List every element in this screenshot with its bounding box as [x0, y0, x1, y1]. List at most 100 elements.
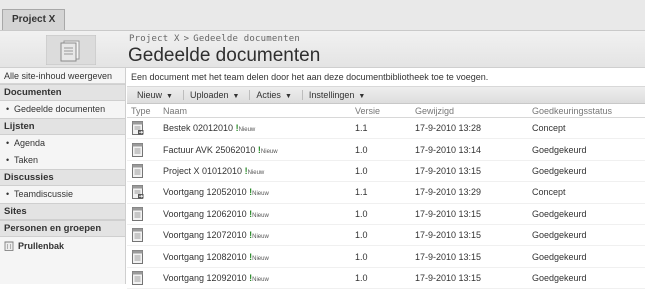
- new-badge: Nieuw: [252, 212, 269, 219]
- actions-menu-label: Acties: [256, 90, 281, 100]
- modified-cell: 17-9-2010 13:29: [411, 181, 528, 204]
- name-cell: Factuur AVK 25062010 !Nieuw: [159, 138, 351, 161]
- breadcrumb-library[interactable]: Gedeelde documenten: [193, 34, 300, 44]
- new-badge: Nieuw: [252, 191, 269, 198]
- type-cell: [127, 267, 159, 289]
- table-row[interactable]: Voortgang 12062010 !Nieuw 1.0 17-9-2010 13…: [127, 203, 645, 225]
- bullet-icon: •: [6, 189, 10, 199]
- nav-heading-sites[interactable]: Sites: [0, 203, 125, 220]
- list-header-row: Type Naam Versie Gewijzigd Goedkeuringss…: [127, 104, 645, 118]
- document-link[interactable]: Voortgang 12092010: [163, 273, 247, 283]
- table-row[interactable]: Voortgang 12082010 !Nieuw 1.0 17-9-2010 13…: [127, 245, 645, 268]
- table-row[interactable]: Voortgang 12052010 !Nieuw 1.1 17-9-2010 13…: [127, 181, 645, 204]
- bullet-icon: •: [6, 104, 10, 114]
- settings-menu-button[interactable]: Instellingen ▼: [305, 87, 373, 103]
- document-icon[interactable]: [131, 142, 155, 157]
- document-icon[interactable]: [131, 228, 155, 243]
- document-link[interactable]: Voortgang 12052010: [163, 187, 247, 197]
- quick-launch: Alle site-inhoud weergeven Documenten • G…: [0, 68, 126, 284]
- version-cell: 1.0: [351, 224, 411, 247]
- document-link[interactable]: Voortgang 12062010: [163, 209, 247, 219]
- document-link[interactable]: Project X 01012010: [163, 166, 242, 176]
- document-checked-out-icon[interactable]: [131, 185, 155, 200]
- document-link[interactable]: Voortgang 12072010: [163, 230, 247, 240]
- modified-cell: 17-9-2010 13:15: [411, 224, 528, 247]
- document-icon[interactable]: [131, 164, 155, 178]
- nav-item-label: Taken: [14, 155, 39, 165]
- new-menu-button[interactable]: Nieuw ▼: [133, 87, 181, 103]
- document-link[interactable]: Bestek 02012010: [163, 123, 233, 133]
- new-badge: Nieuw: [252, 255, 269, 262]
- nav-heading-lijsten[interactable]: Lijsten: [0, 118, 125, 135]
- toolbar-separator: [301, 90, 303, 100]
- modified-cell: 17-9-2010 13:15: [411, 245, 528, 268]
- nav-heading-documenten[interactable]: Documenten: [0, 84, 125, 101]
- column-header-modified[interactable]: Gewijzigd: [411, 104, 528, 118]
- nav-item-gedeelde-documenten[interactable]: • Gedeelde documenten: [0, 101, 125, 118]
- tab-project-x[interactable]: Project X: [2, 9, 66, 30]
- tab-strip: Project X: [0, 0, 645, 31]
- nav-item-label: Gedeelde documenten: [14, 104, 106, 114]
- nav-item-taken[interactable]: • Taken: [0, 152, 125, 169]
- bullet-icon: •: [6, 155, 10, 165]
- settings-menu-label: Instellingen: [308, 90, 355, 100]
- table-row[interactable]: Voortgang 12092010 !Nieuw 1.0 17-9-2010 13…: [127, 267, 645, 289]
- approval-status-cell: Concept: [528, 181, 645, 204]
- page-title: Gedeelde documenten: [128, 45, 321, 66]
- toolbar-separator: [182, 90, 184, 100]
- type-cell: [127, 181, 159, 204]
- name-cell: Voortgang 12052010 !Nieuw: [159, 181, 351, 204]
- view-all-content-link[interactable]: Alle site-inhoud weergeven: [0, 68, 125, 84]
- version-cell: 1.0: [351, 160, 411, 183]
- name-cell: Voortgang 12072010 !Nieuw: [159, 224, 351, 247]
- document-icon[interactable]: [131, 206, 155, 221]
- approval-status-cell: Goedgekeurd: [528, 203, 645, 225]
- new-badge: Nieuw: [260, 148, 278, 155]
- type-cell: [127, 117, 159, 140]
- recycle-bin-link[interactable]: Prullenbak: [0, 237, 125, 254]
- document-icon[interactable]: [131, 270, 155, 285]
- name-cell: Bestek 02012010 !Nieuw: [159, 117, 351, 140]
- nav-item-teamdiscussie[interactable]: • Teamdiscussie: [0, 186, 125, 203]
- document-checked-out-icon[interactable]: [131, 121, 155, 136]
- table-row[interactable]: Project X 01012010 !Nieuw 1.0 17-9-2010 13…: [127, 160, 645, 183]
- table-row[interactable]: Bestek 02012010 !Nieuw 1.1 17-9-2010 13:28…: [127, 117, 645, 140]
- version-cell: 1.0: [351, 138, 411, 161]
- document-link[interactable]: Factuur AVK 25062010: [163, 145, 255, 155]
- modified-cell: 17-9-2010 13:14: [411, 138, 528, 161]
- name-cell: Voortgang 12062010 !Nieuw: [159, 203, 351, 225]
- new-badge: Nieuw: [238, 127, 256, 134]
- nav-heading-discussies[interactable]: Discussies: [0, 169, 125, 186]
- modified-cell: 17-9-2010 13:15: [411, 160, 528, 183]
- name-cell: Voortgang 12082010 !Nieuw: [159, 245, 351, 268]
- bullet-icon: •: [6, 138, 10, 148]
- column-header-version[interactable]: Versie: [351, 104, 411, 118]
- table-row[interactable]: Factuur AVK 25062010 !Nieuw 1.0 17-9-2010 …: [127, 138, 645, 161]
- document-icon[interactable]: [131, 249, 155, 264]
- upload-menu-label: Uploaden: [189, 90, 229, 100]
- site-header: Project X > Gedeelde documenten Gedeelde d…: [0, 31, 645, 68]
- document-list: Type Naam Versie Gewijzigd Goedkeuringss…: [127, 104, 645, 289]
- column-header-type[interactable]: Type: [127, 104, 159, 118]
- main-content: Een document met het team delen door het…: [127, 68, 645, 289]
- nav-item-agenda[interactable]: • Agenda: [0, 135, 125, 152]
- document-link[interactable]: Voortgang 12082010: [163, 252, 247, 262]
- chevron-down-icon: ▼: [358, 93, 366, 100]
- actions-menu-button[interactable]: Acties ▼: [252, 87, 299, 103]
- name-cell: Project X 01012010 !Nieuw: [159, 160, 351, 183]
- approval-status-cell: Goedgekeurd: [528, 224, 645, 247]
- library-description: Een document met het team delen door het…: [127, 68, 645, 87]
- approval-status-cell: Goedgekeurd: [528, 267, 645, 289]
- version-cell: 1.1: [351, 117, 411, 140]
- version-cell: 1.0: [351, 245, 411, 268]
- column-header-name[interactable]: Naam: [159, 104, 351, 118]
- new-badge: Nieuw: [252, 234, 269, 241]
- chevron-down-icon: ▼: [232, 93, 240, 100]
- nav-heading-personen-en-groepen[interactable]: Personen en groepen: [0, 220, 125, 237]
- upload-menu-button[interactable]: Uploaden ▼: [186, 87, 247, 103]
- breadcrumb-site[interactable]: Project X: [129, 34, 180, 44]
- type-cell: [127, 138, 159, 161]
- table-row[interactable]: Voortgang 12072010 !Nieuw 1.0 17-9-2010 13…: [127, 224, 645, 247]
- toolbar-separator: [249, 90, 251, 100]
- column-header-approval-status[interactable]: Goedkeuringsstatus: [528, 104, 645, 118]
